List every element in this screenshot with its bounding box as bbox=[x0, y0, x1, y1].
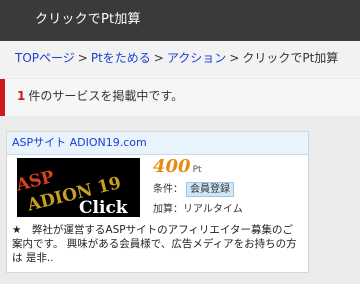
notice-accent-bar bbox=[0, 79, 5, 116]
breadcrumb-link-top[interactable]: TOPページ bbox=[15, 51, 75, 65]
points-value: 400 bbox=[153, 156, 191, 177]
timing-text: 加算：リアルタイム bbox=[153, 204, 243, 215]
breadcrumb-separator: > bbox=[229, 51, 240, 65]
service-description: ★ 弊社が運営するASPサイトのアフィリエイター募集のご案内です。 興味がある会… bbox=[12, 224, 297, 264]
service-card[interactable]: ASPサイト ADION19.com ASP ADION 19 Click 40… bbox=[6, 131, 309, 273]
page-title: クリックでPt加算 bbox=[35, 12, 141, 27]
service-card-header: ASPサイト ADION19.com bbox=[7, 132, 308, 155]
result-count-notice: 1 件のサービスを掲載中です。 bbox=[0, 79, 360, 116]
service-banner-image[interactable]: ASP ADION 19 Click bbox=[17, 158, 140, 217]
breadcrumb-separator: > bbox=[77, 51, 88, 65]
breadcrumb-link-action[interactable]: アクション bbox=[167, 51, 226, 65]
banner-text-click: Click bbox=[79, 198, 129, 217]
breadcrumb: TOPページ > Ptをためる > アクション > クリックでPt加算 bbox=[15, 50, 338, 66]
condition-badge: 会員登録 bbox=[186, 182, 234, 197]
condition-row: 条件： 会員登録 bbox=[153, 182, 234, 197]
points-unit: Pt bbox=[192, 165, 202, 175]
notice-text: 1 件のサービスを掲載中です。 bbox=[17, 88, 183, 105]
result-count-label: 件のサービスを掲載中です。 bbox=[28, 89, 184, 103]
breadcrumb-separator: > bbox=[153, 51, 164, 65]
breadcrumb-bar: TOPページ > Ptをためる > アクション > クリックでPt加算 bbox=[0, 41, 360, 78]
condition-label: 条件： bbox=[153, 184, 183, 195]
breadcrumb-current: クリックでPt加算 bbox=[242, 51, 339, 65]
result-count: 1 bbox=[17, 89, 26, 103]
service-title-link[interactable]: ASPサイト ADION19.com bbox=[12, 135, 147, 150]
points-display: 400 Pt bbox=[153, 156, 202, 177]
breadcrumb-link-earn-points[interactable]: Ptをためる bbox=[91, 51, 151, 65]
page-header: クリックでPt加算 bbox=[0, 0, 360, 41]
